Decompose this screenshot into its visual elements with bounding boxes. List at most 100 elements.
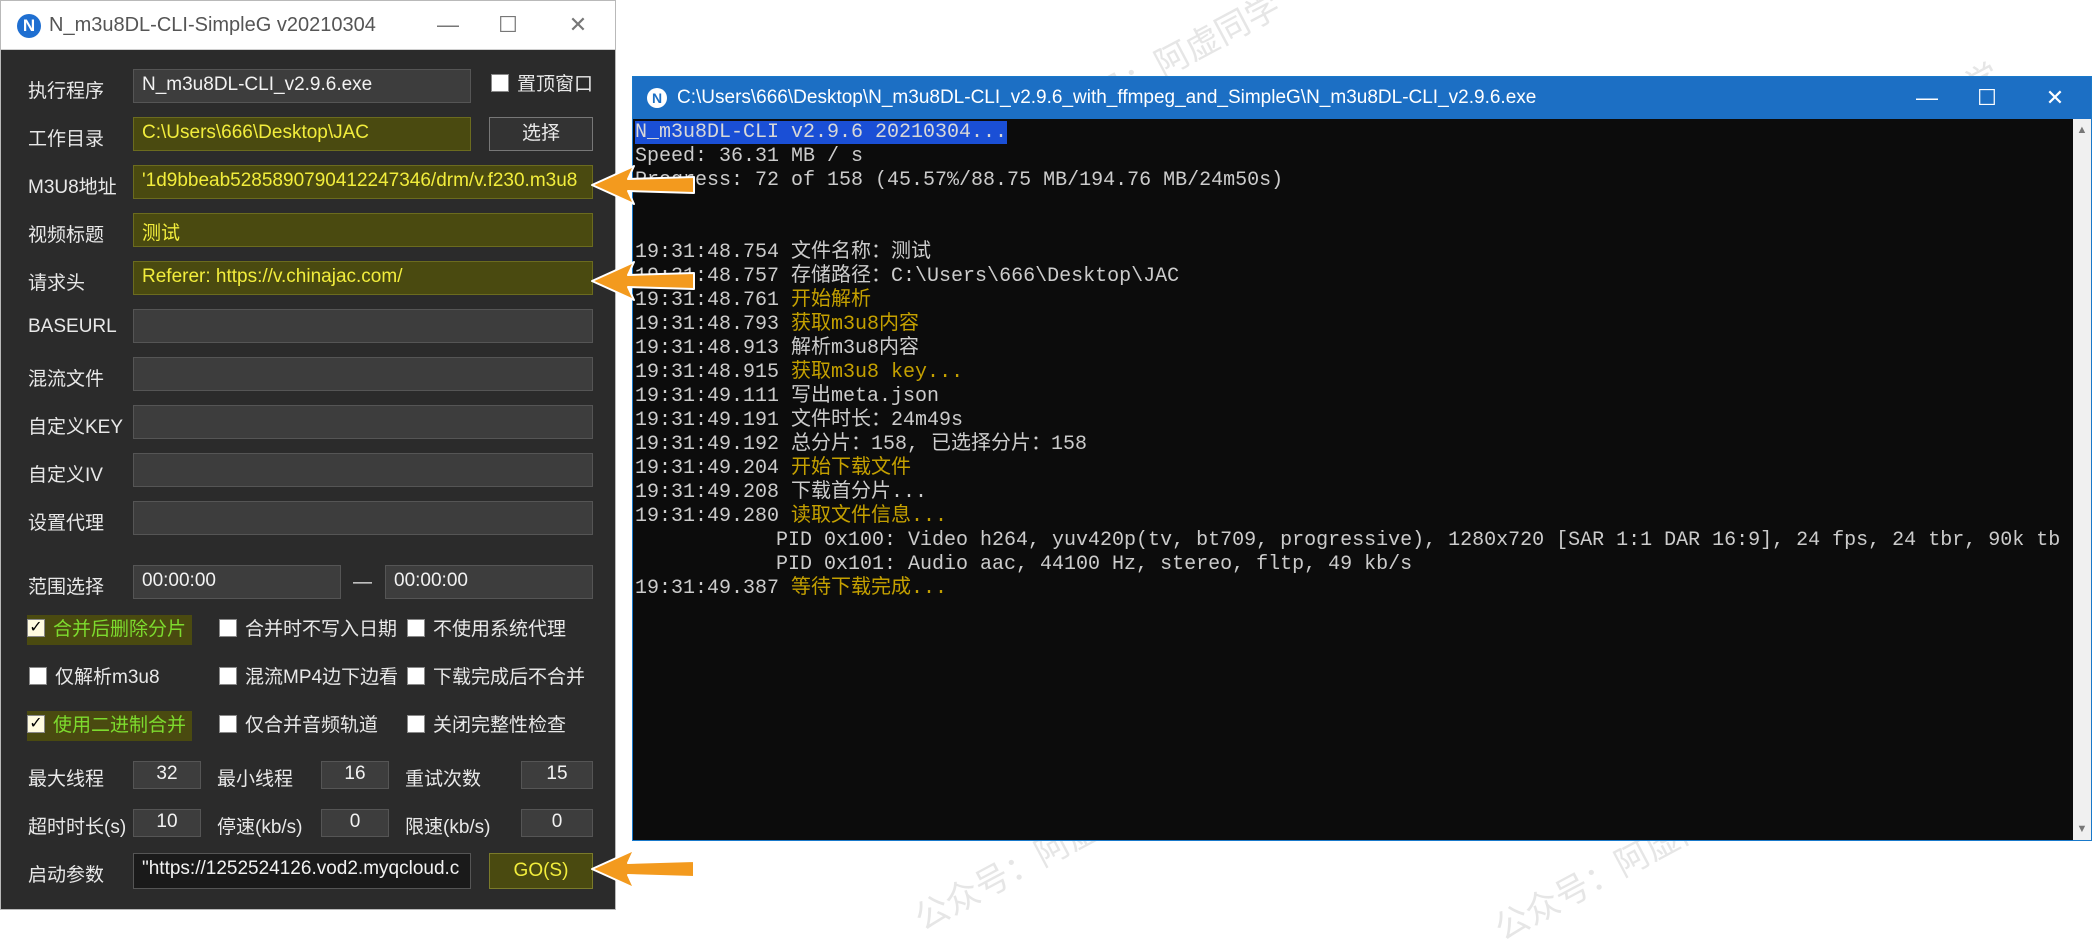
console-titlebar[interactable]: N C:\Users\666\Desktop\N_m3u8DL-CLI_v2.9…: [633, 77, 2091, 119]
console-title: C:\Users\666\Desktop\N_m3u8DL-CLI_v2.9.6…: [677, 87, 1537, 108]
checkbox-box[interactable]: [491, 73, 509, 92]
log-message: 写出meta.json: [791, 385, 940, 408]
no-date-checkbox[interactable]: 合并时不写入日期: [219, 615, 397, 645]
limit-speed-label: 限速(kb/s): [405, 817, 491, 838]
log-message: 总分片：158, 已选择分片：158: [791, 433, 1088, 456]
checkbox-label: 合并后删除分片: [53, 619, 187, 640]
baseurl-input[interactable]: [133, 309, 593, 343]
retry-input[interactable]: 15: [521, 761, 593, 789]
m3u8-url-input[interactable]: '1d9bbeab5285890790412247346/drm/v.f230.…: [133, 165, 593, 199]
custom-iv-label: 自定义IV: [28, 465, 103, 486]
live-mux-checkbox[interactable]: 混流MP4边下边看: [219, 663, 398, 693]
log-separator: [779, 481, 791, 504]
checkbox-check-icon[interactable]: ✓: [27, 714, 45, 733]
range-dash: —: [353, 572, 372, 593]
mux-file-input[interactable]: [133, 357, 593, 391]
checkbox-check-icon[interactable]: ✓: [27, 618, 45, 637]
gui-titlebar[interactable]: N N_m3u8DL-CLI-SimpleG v20210304 — ☐ ✕: [1, 1, 615, 50]
log-line: 19:31:49.280 读取文件信息...: [635, 505, 947, 529]
log-separator: [779, 265, 791, 288]
log-separator: [779, 577, 791, 600]
annotation-arrow-m3u8: [591, 165, 695, 205]
log-line: PID 0x101: Audio aac, 44100 Hz, stereo, …: [776, 553, 1412, 577]
custom-key-input[interactable]: [133, 405, 593, 439]
close-icon[interactable]: ✕: [2031, 82, 2079, 114]
log-time: 19:31:49.208: [635, 481, 780, 504]
exe-input[interactable]: N_m3u8DL-CLI_v2.9.6.exe: [133, 69, 471, 103]
scroll-down-icon[interactable]: ▼: [2073, 820, 2091, 838]
baseurl-label: BASEURL: [28, 316, 117, 337]
checkbox-box[interactable]: [407, 714, 425, 733]
minimize-icon[interactable]: —: [1903, 82, 1951, 114]
minimize-icon[interactable]: —: [428, 9, 468, 41]
checkbox-box[interactable]: [407, 666, 425, 685]
log-line: 19:31:48.757 存储路径：C:\Users\666\Desktop\J…: [635, 265, 1179, 289]
args-label: 启动参数: [28, 865, 105, 886]
close-icon[interactable]: ✕: [558, 9, 598, 41]
maximize-icon[interactable]: ☐: [488, 9, 528, 41]
log-message: PID 0x101: Audio aac, 44100 Hz, stereo, …: [776, 553, 1413, 576]
checkbox-box[interactable]: [219, 714, 237, 733]
log-message: 开始解析: [791, 289, 872, 312]
checkbox-box[interactable]: [407, 618, 425, 637]
workdir-input[interactable]: C:\Users\666\Desktop\JAC: [133, 117, 471, 151]
binary-merge-checkbox[interactable]: ✓ 使用二进制合并: [27, 711, 193, 741]
proxy-input[interactable]: [133, 501, 593, 535]
log-separator: [779, 241, 791, 264]
min-threads-input[interactable]: 16: [321, 761, 389, 789]
go-button[interactable]: GO(S): [489, 853, 593, 889]
log-message: 解析m3u8内容: [791, 337, 920, 360]
log-line: 19:31:48.915 获取m3u8 key...: [635, 361, 963, 385]
log-line: 19:31:49.204 开始下载文件: [635, 457, 911, 481]
delete-after-merge-checkbox[interactable]: ✓ 合并后删除分片: [27, 615, 193, 645]
log-separator: [779, 457, 791, 480]
disable-integrity-checkbox[interactable]: 关闭完整性检查: [407, 711, 566, 741]
video-title-label: 视频标题: [28, 225, 105, 246]
checkbox-box[interactable]: [219, 666, 237, 685]
log-time: 19:31:48.793: [635, 313, 780, 336]
log-message: 存储路径：C:\Users\666\Desktop\JAC: [791, 265, 1180, 288]
annotation-arrow-header: [591, 261, 695, 301]
topmost-label: 置顶窗口: [517, 74, 594, 95]
range-end-input[interactable]: 00:00:00: [385, 565, 593, 599]
args-input[interactable]: "https://1252524126.vod2.myqcloud.c: [133, 853, 471, 889]
console-scrollbar[interactable]: ▲ ▼: [2073, 119, 2091, 840]
console-window: N C:\Users\666\Desktop\N_m3u8DL-CLI_v2.9…: [632, 76, 2092, 841]
limit-speed-input[interactable]: 0: [521, 809, 593, 837]
no-system-proxy-checkbox[interactable]: 不使用系统代理: [407, 615, 566, 645]
range-start-input[interactable]: 00:00:00: [133, 565, 341, 599]
audio-only-checkbox[interactable]: 仅合并音频轨道: [219, 711, 378, 741]
mux-file-label: 混流文件: [28, 369, 105, 390]
header-input[interactable]: Referer: https://v.chinajac.com/: [133, 261, 593, 295]
scroll-up-icon[interactable]: ▲: [2073, 121, 2091, 139]
log-separator: [779, 313, 791, 336]
console-output[interactable]: N_m3u8DL-CLI v2.9.6 20210304... Speed: 3…: [635, 121, 2073, 837]
log-time: 19:31:49.387: [635, 577, 780, 600]
log-line: 19:31:49.111 写出meta.json: [635, 385, 939, 409]
video-title-input[interactable]: 测试: [133, 213, 593, 247]
checkbox-label: 关闭完整性检查: [433, 715, 567, 736]
timeout-input[interactable]: 10: [133, 809, 201, 837]
stop-speed-input[interactable]: 0: [321, 809, 389, 837]
no-merge-checkbox[interactable]: 下载完成后不合并: [407, 663, 585, 693]
parse-only-checkbox[interactable]: 仅解析m3u8: [29, 663, 160, 693]
header-label: 请求头: [28, 273, 86, 294]
checkbox-label: 混流MP4边下边看: [245, 667, 399, 688]
checkbox-box[interactable]: [219, 618, 237, 637]
log-separator: [779, 289, 791, 312]
log-message: 获取m3u8 key...: [791, 361, 964, 384]
log-line: 19:31:49.387 等待下载完成...: [635, 577, 947, 601]
checkbox-label: 不使用系统代理: [433, 619, 567, 640]
topmost-checkbox[interactable]: 置顶窗口: [491, 70, 593, 100]
range-label: 范围选择: [28, 577, 105, 598]
maximize-icon[interactable]: ☐: [1963, 82, 2011, 114]
log-message: 开始下载文件: [791, 457, 912, 480]
choose-dir-button[interactable]: 选择: [489, 117, 593, 151]
checkbox-box[interactable]: [29, 666, 47, 685]
log-separator: [779, 337, 791, 360]
custom-iv-input[interactable]: [133, 453, 593, 487]
max-threads-input[interactable]: 32: [133, 761, 201, 789]
log-separator: [779, 505, 791, 528]
log-line: 19:31:49.192 总分片：158, 已选择分片：158: [635, 433, 1087, 457]
log-line: 19:31:48.793 获取m3u8内容: [635, 313, 919, 337]
